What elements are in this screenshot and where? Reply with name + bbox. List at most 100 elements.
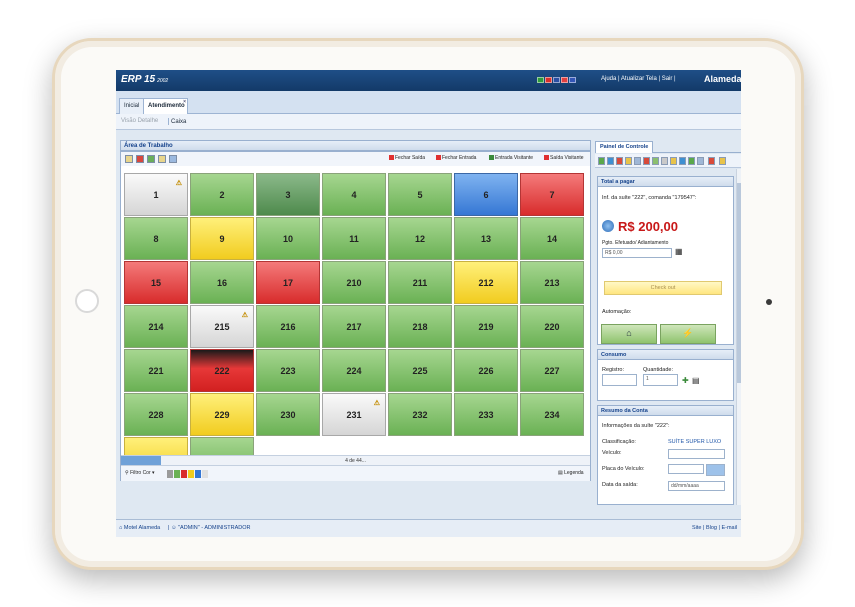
- suite-tile[interactable]: 213: [520, 261, 584, 304]
- suite-tile[interactable]: 219: [454, 305, 518, 348]
- home-button[interactable]: [75, 289, 99, 313]
- suite-tile[interactable]: 9: [190, 217, 254, 260]
- swatch-green[interactable]: [174, 470, 180, 478]
- adiantamento-field[interactable]: R$ 0,00: [602, 248, 672, 258]
- suite-tile[interactable]: 229: [190, 393, 254, 436]
- footer-links[interactable]: Site | Blog | E-mail: [692, 525, 737, 531]
- suite-tile[interactable]: 211: [388, 261, 452, 304]
- tab-inicial[interactable]: Inicial: [119, 98, 145, 114]
- panel-action-1-icon[interactable]: [598, 157, 605, 165]
- caixa-button[interactable]: Caixa: [166, 118, 186, 125]
- swatch-red[interactable]: [181, 470, 187, 478]
- home-automation-button[interactable]: ⌂: [601, 324, 657, 344]
- tab-atendimento[interactable]: Atendimento ×: [143, 98, 188, 114]
- saida-visitante-button[interactable]: Saída Visitante: [544, 155, 584, 161]
- suite-tile[interactable]: 224: [322, 349, 386, 392]
- suite-tile[interactable]: 220: [520, 305, 584, 348]
- suite-tile[interactable]: 215 ⚠: [190, 305, 254, 348]
- placa-input[interactable]: [668, 464, 704, 474]
- flag-france-icon[interactable]: [569, 77, 576, 83]
- suite-tile[interactable]: 2: [190, 173, 254, 216]
- registro-input[interactable]: [602, 374, 637, 386]
- panel-action-12-icon[interactable]: [697, 157, 704, 165]
- flag-spain-icon[interactable]: [545, 77, 552, 83]
- suite-tile[interactable]: 232: [388, 393, 452, 436]
- suite-tile[interactable]: 3: [256, 173, 320, 216]
- suite-tile[interactable]: 4: [322, 173, 386, 216]
- panel-action-14-icon[interactable]: [719, 157, 726, 165]
- suite-tile[interactable]: 230: [256, 393, 320, 436]
- fechar-entrada-button[interactable]: Fechar Entrada: [436, 155, 476, 161]
- swatch-yellow[interactable]: [188, 470, 194, 478]
- scrollbar-thumb[interactable]: [737, 183, 741, 383]
- flag-italy-icon[interactable]: [561, 77, 568, 83]
- panel-action-4-icon[interactable]: [625, 157, 632, 165]
- panel-action-6-icon[interactable]: [643, 157, 650, 165]
- suite-tile[interactable]: 233: [454, 393, 518, 436]
- legend-button[interactable]: ▤ Legenda: [558, 470, 584, 476]
- suite-tile[interactable]: 216: [256, 305, 320, 348]
- panel-action-9-icon[interactable]: [670, 157, 677, 165]
- suite-tile[interactable]: 214: [124, 305, 188, 348]
- new-icon[interactable]: [125, 155, 133, 163]
- veiculo-input[interactable]: [668, 449, 725, 459]
- suite-tile[interactable]: 228: [124, 393, 188, 436]
- panel-action-10-icon[interactable]: [679, 157, 686, 165]
- list-icon[interactable]: ▤: [692, 376, 700, 385]
- suite-tile[interactable]: 6: [454, 173, 518, 216]
- suite-tile[interactable]: 222: [190, 349, 254, 392]
- suite-tile[interactable]: 12: [388, 217, 452, 260]
- suite-tile[interactable]: 8: [124, 217, 188, 260]
- panel-action-2-icon[interactable]: [607, 157, 614, 165]
- suite-tile[interactable]: 226: [454, 349, 518, 392]
- swatch-gray[interactable]: [167, 470, 173, 478]
- suite-tile[interactable]: 221: [124, 349, 188, 392]
- fechar-saida-button[interactable]: Fechar Saída: [389, 155, 425, 161]
- top-links[interactable]: Ajuda | Atualizar Tela | Sair |: [601, 76, 676, 82]
- filter-color-button[interactable]: ⚲ Filtro Cor ▾: [125, 470, 155, 476]
- suite-tile[interactable]: 1 ⚠: [124, 173, 188, 216]
- suite-tile[interactable]: 223: [256, 349, 320, 392]
- refresh-icon[interactable]: [147, 155, 155, 163]
- calculator-icon[interactable]: ▦: [675, 247, 683, 256]
- add-icon[interactable]: ✚: [682, 376, 689, 385]
- placa-search-button[interactable]: [706, 464, 725, 476]
- suite-tile[interactable]: 234: [520, 393, 584, 436]
- flag-usa-icon[interactable]: [553, 77, 560, 83]
- panel-action-5-icon[interactable]: [634, 157, 641, 165]
- suite-tile[interactable]: 14: [520, 217, 584, 260]
- swatch-white[interactable]: [202, 470, 208, 478]
- panel-scrollbar[interactable]: [736, 169, 741, 505]
- suite-tile[interactable]: 17: [256, 261, 320, 304]
- panel-action-13-icon[interactable]: [708, 157, 715, 165]
- print-icon[interactable]: [169, 155, 177, 163]
- suite-tile[interactable]: 5: [388, 173, 452, 216]
- close-icon[interactable]: ×: [183, 99, 186, 105]
- delete-icon[interactable]: [136, 155, 144, 163]
- suite-tile[interactable]: 11: [322, 217, 386, 260]
- flag-brazil-icon[interactable]: [537, 77, 544, 83]
- panel-action-11-icon[interactable]: [688, 157, 695, 165]
- data-saida-input[interactable]: dd/mm/aaaa: [668, 481, 725, 491]
- suite-tile[interactable]: 210: [322, 261, 386, 304]
- suite-tile[interactable]: 212: [454, 261, 518, 304]
- panel-action-7-icon[interactable]: [652, 157, 659, 165]
- swatch-blue[interactable]: [195, 470, 201, 478]
- panel-action-8-icon[interactable]: [661, 157, 668, 165]
- suite-tile[interactable]: 13: [454, 217, 518, 260]
- suite-tile[interactable]: 16: [190, 261, 254, 304]
- quantidade-input[interactable]: 1: [643, 374, 678, 386]
- checkout-button[interactable]: Check out: [604, 281, 722, 295]
- suite-tile[interactable]: 227: [520, 349, 584, 392]
- suite-tile[interactable]: 217: [322, 305, 386, 348]
- panel-action-3-icon[interactable]: [616, 157, 623, 165]
- suite-tile[interactable]: 7: [520, 173, 584, 216]
- visao-detalhe-button[interactable]: Visão Detalhe: [121, 118, 158, 124]
- suite-tile[interactable]: 218: [388, 305, 452, 348]
- tab-painel-controle[interactable]: Painel de Controle: [595, 141, 654, 153]
- entrada-visitante-button[interactable]: Entrada Visitante: [489, 155, 533, 161]
- suite-tile[interactable]: 15: [124, 261, 188, 304]
- suite-tile[interactable]: 225: [388, 349, 452, 392]
- suite-tile[interactable]: 231 ⚠: [322, 393, 386, 436]
- suite-tile[interactable]: 10: [256, 217, 320, 260]
